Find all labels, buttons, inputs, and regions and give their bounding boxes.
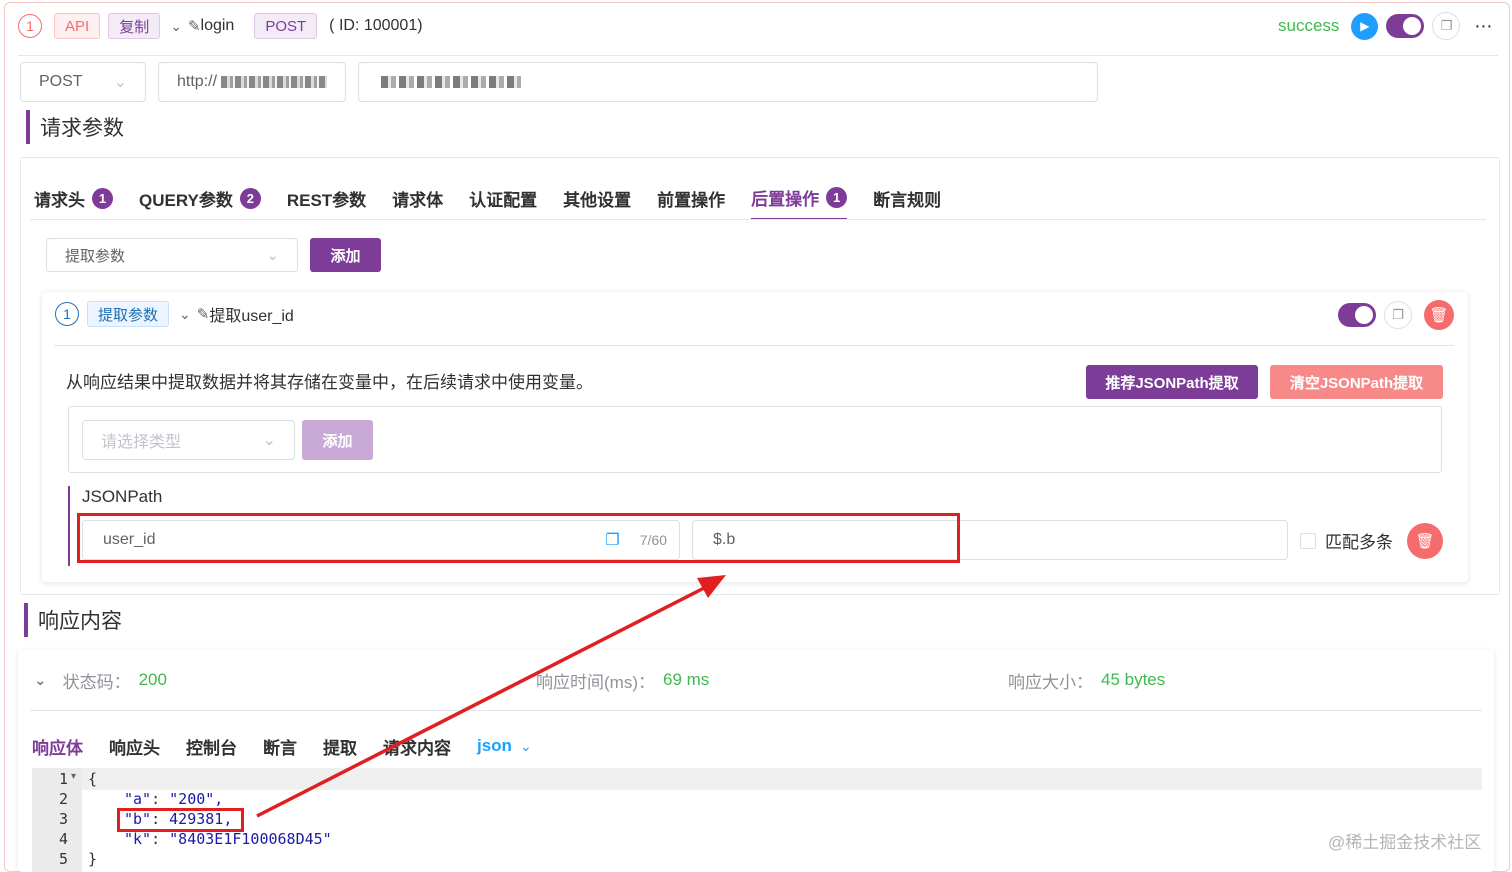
annotation-arrow [256,575,726,818]
watermark: @稀土掘金技术社区 [1328,833,1482,852]
